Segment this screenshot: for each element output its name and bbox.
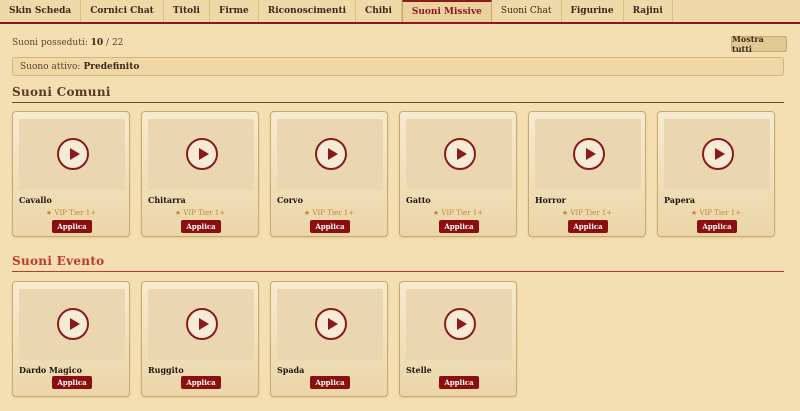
tab-bar: Skin Scheda Cornici Chat Titoli Firme Ri…	[0, 0, 800, 24]
sound-thumbnail	[535, 119, 641, 190]
sound-name: Chitarra	[148, 195, 186, 205]
vip-tier-label: ★ VIP Tier 1+	[432, 209, 484, 217]
sound-thumbnail	[664, 119, 770, 190]
apply-button[interactable]: Applica	[439, 220, 479, 233]
apply-button[interactable]: Applica	[52, 376, 92, 389]
sound-name: Dardo Magico	[19, 365, 82, 375]
sound-card-dardo-magico: Dardo Magico Applica	[12, 281, 130, 397]
tab-firme[interactable]: Firme	[210, 0, 259, 22]
tab-chibi[interactable]: Chibi	[356, 0, 402, 22]
active-sound-value: Predefinito	[83, 61, 140, 72]
vip-tier-label: ★ VIP Tier 1+	[45, 209, 97, 217]
tab-riconoscimenti[interactable]: Riconoscimenti	[259, 0, 357, 22]
owned-count: 10	[90, 38, 104, 48]
owned-sounds-counter: Suoni posseduti: 10 / 22	[12, 38, 123, 48]
sound-name: Papera	[664, 195, 696, 205]
tab-cornici-chat[interactable]: Cornici Chat	[81, 0, 164, 22]
tab-rajini[interactable]: Rajini	[624, 0, 673, 22]
apply-button[interactable]: Applica	[181, 376, 221, 389]
play-icon[interactable]	[702, 138, 734, 170]
tab-suoni-chat[interactable]: Suoni Chat	[492, 0, 562, 22]
sound-thumbnail	[406, 119, 512, 190]
sound-name: Ruggito	[148, 365, 184, 375]
tab-skin-scheda[interactable]: Skin Scheda	[0, 0, 82, 22]
owned-separator: /	[106, 38, 110, 48]
apply-button[interactable]: Applica	[568, 220, 608, 233]
play-icon[interactable]	[57, 138, 89, 170]
play-icon[interactable]	[57, 308, 89, 340]
vip-tier-label: ★ VIP Tier 1+	[561, 209, 613, 217]
vip-tier-label: ★ VIP Tier 1+	[303, 209, 355, 217]
play-icon[interactable]	[315, 308, 347, 340]
owned-label: Suoni posseduti:	[12, 38, 88, 48]
sound-card-ruggito: Ruggito Applica	[141, 281, 259, 397]
apply-button[interactable]: Applica	[310, 220, 350, 233]
sound-thumbnail	[19, 119, 125, 190]
sound-name: Stelle	[406, 365, 432, 375]
play-icon[interactable]	[186, 138, 218, 170]
vip-tier-label: ★ VIP Tier 1+	[690, 209, 742, 217]
apply-button[interactable]: Applica	[697, 220, 737, 233]
tab-suoni-missive[interactable]: Suoni Missive	[401, 0, 492, 22]
play-icon[interactable]	[444, 138, 476, 170]
sound-thumbnail	[148, 289, 254, 360]
vip-tier-label: ★ VIP Tier 1+	[174, 209, 226, 217]
sound-card-horror: Horror ★ VIP Tier 1+ Applica	[528, 111, 646, 237]
show-all-button[interactable]: Mostra tutti	[731, 34, 787, 54]
apply-button[interactable]: Applica	[52, 220, 92, 233]
play-icon[interactable]	[186, 308, 218, 340]
sound-name: Corvo	[277, 195, 303, 205]
active-sound-label: Suono attivo:	[20, 61, 81, 72]
sound-card-chitarra: Chitarra ★ VIP Tier 1+ Applica	[141, 111, 259, 237]
sound-card-gatto: Gatto ★ VIP Tier 1+ Applica	[399, 111, 517, 237]
common-sounds-grid: Cavallo ★ VIP Tier 1+ Applica Chitarra ★…	[12, 111, 775, 237]
sound-thumbnail	[406, 289, 512, 360]
sound-card-cavallo: Cavallo ★ VIP Tier 1+ Applica	[12, 111, 130, 237]
play-icon[interactable]	[315, 138, 347, 170]
apply-button[interactable]: Applica	[310, 376, 350, 389]
sound-card-stelle: Stelle Applica	[399, 281, 517, 397]
tab-figurine[interactable]: Figurine	[562, 0, 624, 22]
sound-thumbnail	[148, 119, 254, 190]
owned-total: 22	[111, 38, 124, 48]
sound-card-corvo: Corvo ★ VIP Tier 1+ Applica	[270, 111, 388, 237]
section-title-event: Suoni Evento	[12, 254, 784, 272]
sound-name: Spada	[277, 365, 305, 375]
sound-card-spada: Spada Applica	[270, 281, 388, 397]
event-sounds-grid: Dardo Magico Applica Ruggito Applica Spa…	[12, 281, 517, 397]
section-title-common: Suoni Comuni	[12, 85, 784, 103]
play-icon[interactable]	[444, 308, 476, 340]
apply-button[interactable]: Applica	[439, 376, 479, 389]
sound-name: Horror	[535, 195, 566, 205]
sound-card-papera: Papera ★ VIP Tier 1+ Applica	[657, 111, 775, 237]
active-sound-bar: Suono attivo: Predefinito	[12, 57, 784, 76]
sound-name: Cavallo	[19, 195, 52, 205]
apply-button[interactable]: Applica	[181, 220, 221, 233]
sound-thumbnail	[277, 289, 383, 360]
sound-name: Gatto	[406, 195, 431, 205]
tab-titoli[interactable]: Titoli	[164, 0, 210, 22]
sound-thumbnail	[277, 119, 383, 190]
sound-thumbnail	[19, 289, 125, 360]
play-icon[interactable]	[573, 138, 605, 170]
